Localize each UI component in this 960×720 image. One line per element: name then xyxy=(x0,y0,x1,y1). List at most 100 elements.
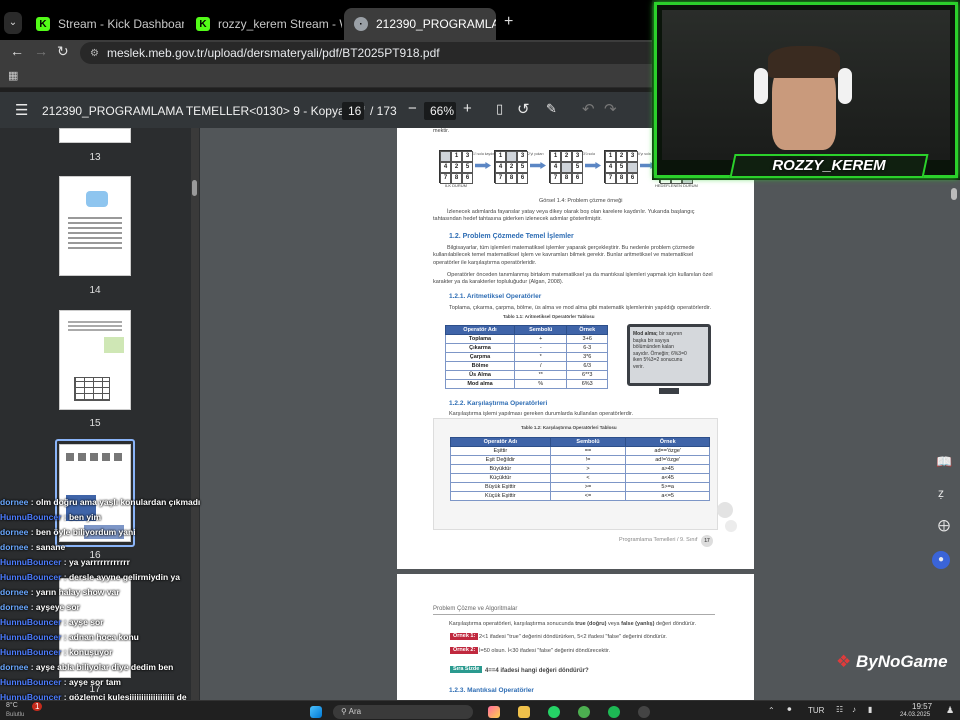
assistant-icon[interactable]: ● xyxy=(932,551,950,569)
table-cell: 6%3 xyxy=(566,379,608,389)
table-cell: Toplama xyxy=(444,334,516,344)
scroll-thumb[interactable] xyxy=(192,180,197,196)
chat-username: HunnuBouncer xyxy=(0,557,62,567)
weather-temp[interactable]: 8°C xyxy=(6,702,18,709)
table-cell: Eşit Değildir xyxy=(450,455,551,465)
book-icon[interactable]: 📖 xyxy=(936,454,952,470)
header-rule xyxy=(433,614,715,615)
back-icon[interactable]: ← xyxy=(10,43,24,59)
table-row: Küçük Eşittir <= a<=5 xyxy=(450,491,710,501)
zoom-out-button[interactable]: − xyxy=(408,100,417,117)
figure-start-label: İLK DURUM xyxy=(445,183,468,188)
file-explorer-icon[interactable] xyxy=(518,706,530,718)
table-cell: 3*6 xyxy=(566,352,608,362)
taskbar-search[interactable]: ⚲ Ara xyxy=(333,705,473,719)
rotate-icon[interactable]: ↺ xyxy=(517,100,530,118)
body-text: Operatörler önceden tanımlanmış birtakım… xyxy=(433,272,713,286)
obs-icon[interactable] xyxy=(638,706,650,718)
chrome-icon[interactable] xyxy=(578,706,590,718)
annotate-icon[interactable]: ✎ xyxy=(546,101,557,117)
table-cell: 5>=a xyxy=(625,482,710,492)
zoom-in-button[interactable]: + xyxy=(463,100,472,117)
example-tag: Örnek 2: xyxy=(450,647,479,655)
network-icon[interactable]: ☷ xyxy=(836,705,843,714)
exercise-tag: Sıra Sizde xyxy=(450,666,483,674)
puzzle-tile: 5 xyxy=(572,162,583,173)
microphone-icon[interactable]: ⚫ xyxy=(786,705,793,714)
body-text: 2<1 ifadesi "true" değerini döndürürken,… xyxy=(479,634,667,640)
extensions-icon[interactable]: ⨁ xyxy=(938,518,950,532)
copilot-icon[interactable] xyxy=(488,706,500,718)
page-thumbnail[interactable] xyxy=(59,128,131,143)
page-thumbnail[interactable] xyxy=(59,176,131,276)
page-number-input[interactable]: 16 xyxy=(342,102,364,120)
table-cell: Eşittir xyxy=(450,446,551,456)
watermark-text: ByNoGame xyxy=(855,652,948,671)
tab-kick-stream[interactable]: K rozzy_kerem Stream - Watch Li × xyxy=(186,8,342,40)
tab-kick-dashboard[interactable]: K Stream - Kick Dashboard × xyxy=(26,8,184,40)
chat-message: HunnuBouncer : ayşe sor xyxy=(0,615,230,630)
page-header: Problem Çözme ve Algoritmalar xyxy=(433,606,518,612)
site-info-icon[interactable]: ⚙ xyxy=(90,48,99,59)
table-cell: ** xyxy=(514,370,568,380)
puzzle-tile: 8 xyxy=(506,173,517,184)
pdf-page: Problem Çözme ve Algoritmalar Karşılaştı… xyxy=(397,574,754,700)
thumbnail-label: 14 xyxy=(89,285,101,296)
table-cell: + xyxy=(514,334,568,344)
chat-message: dornee : sanane xyxy=(0,540,230,555)
notification-bell-icon[interactable]: ♟ xyxy=(946,705,954,716)
language-indicator[interactable]: TUR xyxy=(808,706,824,715)
chat-separator: : xyxy=(61,557,69,567)
chat-separator: : xyxy=(61,647,69,657)
thumbnail-label: 13 xyxy=(89,152,101,163)
tab-pdf[interactable]: · 212390_PROGRAMLAMA TEME × xyxy=(344,8,496,40)
fit-page-icon[interactable]: ▯ xyxy=(496,101,503,117)
chat-message: dornee : ben öyle biliyordum yani xyxy=(0,525,230,540)
puzzle-tile: 3 xyxy=(517,151,528,162)
address-bar[interactable]: ⚙ meslek.meb.gov.tr/upload/dersmateryali… xyxy=(80,42,680,64)
windows-start-icon[interactable] xyxy=(310,706,322,718)
reload-icon[interactable]: ↻ xyxy=(57,43,69,60)
table-cell: % xyxy=(514,379,568,389)
apps-icon[interactable]: ▦ xyxy=(8,69,18,82)
chat-separator: : xyxy=(28,497,36,507)
chat-separator: : xyxy=(28,527,36,537)
menu-icon[interactable]: ☰ xyxy=(15,101,28,119)
clock-time[interactable]: 19:57 xyxy=(912,702,932,711)
page-footer: Programlama Temelleri / 9. Sınıf xyxy=(619,537,698,543)
puzzle-tile: 1 xyxy=(550,151,561,162)
translate-icon[interactable]: ẓ xyxy=(938,486,944,500)
puzzle-tile: 5 xyxy=(462,162,473,173)
battery-icon[interactable]: ▮ xyxy=(868,705,872,714)
forward-icon[interactable]: → xyxy=(34,43,48,59)
chat-separator: : xyxy=(28,587,36,597)
chat-text: sanane xyxy=(35,542,66,552)
volume-icon[interactable]: ♪ xyxy=(852,705,856,714)
tray-chevron-icon[interactable]: ⌃ xyxy=(768,706,775,715)
puzzle-tile: 3 xyxy=(572,151,583,162)
puzzle-tile: 3 xyxy=(627,151,638,162)
undo-icon[interactable]: ↶ xyxy=(582,100,595,118)
table-cell: Çıkarma xyxy=(444,343,516,353)
new-tab-button[interactable]: + xyxy=(504,13,513,31)
chat-username: HunnuBouncer xyxy=(0,512,62,522)
puzzle-tile xyxy=(506,151,517,162)
redo-icon[interactable]: ↷ xyxy=(604,100,617,118)
tab-search-button[interactable]: ⌄ xyxy=(4,12,22,34)
table-row: Çarpma * 3*6 xyxy=(444,352,608,362)
puzzle-tile: 2 xyxy=(506,162,517,173)
spotify-icon[interactable] xyxy=(608,706,620,718)
page-thumbnail[interactable] xyxy=(59,310,131,410)
table-cell: >= xyxy=(549,482,627,492)
chat-text: ayşe sor xyxy=(68,617,104,627)
chat-username: dornee xyxy=(0,527,29,537)
page-scroll-thumb[interactable] xyxy=(951,188,957,200)
whatsapp-icon[interactable] xyxy=(548,706,560,718)
table-cell: Küçük Eşittir xyxy=(450,491,551,501)
streamer-hair xyxy=(768,46,840,78)
zoom-input[interactable]: 66% xyxy=(424,102,456,120)
table-header: Örnek xyxy=(625,437,710,447)
thumbnail-text-lines xyxy=(68,217,122,219)
puzzle-tile: 6 xyxy=(627,173,638,184)
table-cell: Küçüktür xyxy=(450,473,551,483)
